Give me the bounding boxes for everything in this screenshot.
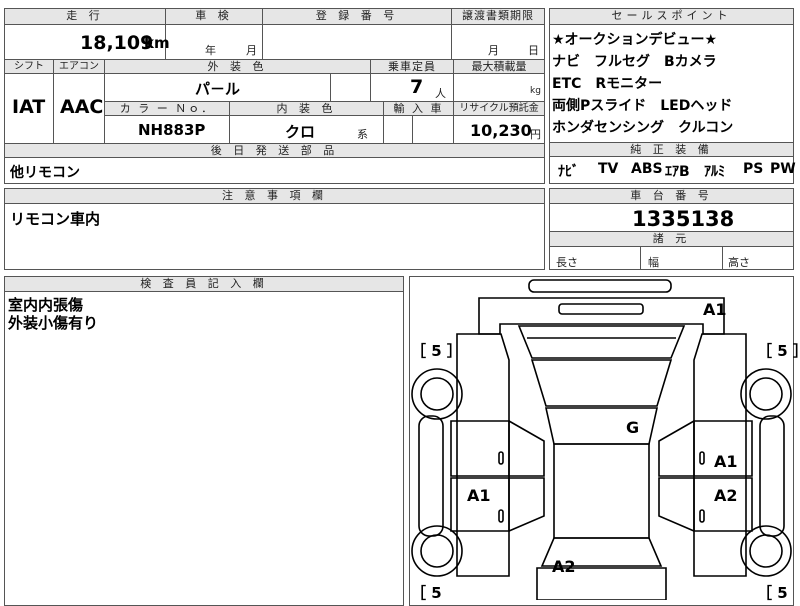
left-front-door	[450, 420, 510, 477]
mileage-value: 18,109	[80, 32, 154, 54]
chassis-header: 車 台 番 号	[550, 189, 793, 204]
transfer-day: 日	[528, 44, 539, 57]
sales-point-item: ETC Rモニター	[552, 76, 663, 92]
tire-rear-right	[740, 525, 792, 577]
transfer-month: 月	[488, 44, 499, 57]
capacity-unit: 人	[435, 87, 446, 100]
interior-value: クロ	[285, 123, 316, 141]
inspector-header: 検 査 員 記 入 欄	[5, 277, 403, 292]
color-no-header: カ ラ ー Ｎｏ．	[105, 102, 229, 116]
left-side-skirt	[418, 415, 444, 537]
tire-tread-front-left: ［ 5 ］	[411, 342, 462, 360]
inspection-header: 車 検	[166, 9, 262, 25]
inspection-year: 年	[205, 44, 216, 57]
mileage-unit: km	[144, 34, 170, 52]
exterior-header: 外 装 色	[105, 60, 370, 74]
roof-center	[553, 443, 650, 539]
sales-point-item: 両側Pスライド LEDヘッド	[552, 98, 733, 114]
damage-mark-roof: G	[626, 418, 640, 437]
dimension-height: 高さ	[728, 256, 750, 269]
load-unit: kg	[530, 86, 541, 96]
tire-front-left	[411, 368, 463, 420]
ac-header: エアコン	[54, 60, 104, 74]
damage-mark-rear: A2	[552, 557, 576, 576]
sales-point-item: ★オークションデビュー★	[552, 32, 718, 48]
chassis-value: 1335138	[632, 207, 735, 231]
equipment-item: ｴｱB	[665, 164, 690, 180]
left-body	[456, 333, 510, 577]
inspector-line: 外装小傷有り	[8, 314, 99, 332]
later-parts-value: 他リモコン	[10, 165, 80, 181]
interior-unit: 系	[357, 128, 368, 141]
sales-point-item: ホンダセンシング クルコン	[552, 120, 734, 136]
sales-points-header: セールスポイント	[550, 9, 793, 25]
shift-value: IAT	[12, 96, 46, 118]
capacity-value: 7	[410, 76, 424, 98]
capacity-header: 乗車定員	[371, 60, 453, 74]
equipment-item: TV	[598, 161, 619, 177]
equipment-item: ｱﾙﾐ	[704, 164, 725, 180]
sales-point-item: ナビ フルセグ Bカメラ	[552, 54, 717, 70]
tire-tread-front-right: ［ 5 ］	[757, 342, 800, 360]
equipment-item: PS	[743, 161, 764, 177]
equipment-header: 純 正 装 備	[550, 143, 793, 157]
color-no-value: NH883P	[138, 121, 206, 139]
interior-header: 内 装 色	[230, 102, 383, 116]
front-grille	[558, 303, 644, 315]
roof	[545, 407, 658, 445]
notes-header: 注 意 事 項 欄	[5, 189, 544, 204]
ac-value: AAC	[60, 96, 104, 118]
transfer-header: 譲渡書類期限	[452, 9, 544, 25]
recycle-value: 10,230	[470, 121, 532, 140]
damage-mark-right-front-door: A1	[714, 452, 738, 471]
equipment-item: ﾅﾋﾞ	[558, 164, 579, 180]
notes-value: リモコン車内	[10, 210, 101, 228]
dimensions-header: 諸 元	[550, 232, 793, 247]
damage-mark-left-rear-door: A1	[467, 486, 491, 505]
dimension-width: 幅	[648, 256, 659, 269]
damage-mark-right-rear-door: A2	[714, 486, 738, 505]
car-diagram	[411, 279, 792, 600]
registration-header: 登 録 番 号	[263, 9, 451, 25]
damage-mark-front-right: A1	[703, 300, 727, 319]
load-header: 最大積載量	[454, 60, 544, 74]
shift-header: シフト	[5, 60, 53, 74]
windshield	[530, 359, 673, 407]
exterior-value: パ－ル	[195, 80, 241, 98]
dimension-length: 長さ	[556, 256, 578, 269]
right-side-skirt	[759, 415, 785, 537]
tire-front-right	[740, 368, 792, 420]
recycle-unit: 円	[530, 128, 541, 141]
equipment-item: PW	[770, 161, 796, 177]
import-header: 輸 入 車	[384, 102, 453, 116]
recycle-header: リサイクル預託金	[454, 102, 544, 116]
tire-rear-left	[411, 525, 463, 577]
mileage-header: 走 行	[5, 9, 165, 25]
equipment-item: ABS	[631, 161, 663, 177]
inspection-month: 月	[246, 44, 257, 57]
later-parts-header: 後 日 発 送 部 品	[5, 144, 544, 158]
front-bumper-top	[528, 279, 672, 293]
hood	[517, 325, 686, 359]
